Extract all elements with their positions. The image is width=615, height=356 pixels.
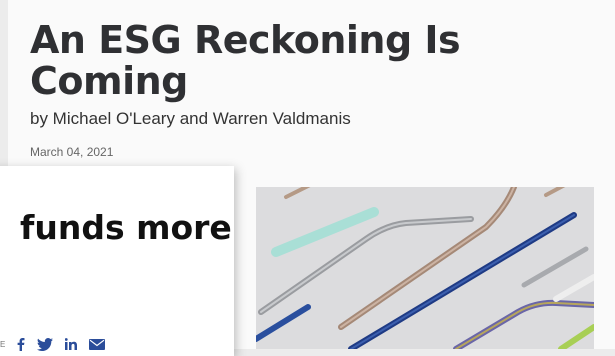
promo-card (0, 166, 234, 356)
article-image (256, 187, 594, 349)
article-title: An ESG Reckoning Is Coming (30, 18, 461, 103)
email-icon[interactable] (89, 338, 106, 350)
metal-straws-image (256, 187, 594, 349)
article-byline: by Michael O'Leary and Warren Valdmanis (30, 109, 351, 128)
promo-headline: funds more (20, 208, 232, 247)
share-label: E (0, 339, 6, 349)
linkedin-icon[interactable] (65, 338, 78, 350)
article-date: March 04, 2021 (30, 145, 114, 159)
